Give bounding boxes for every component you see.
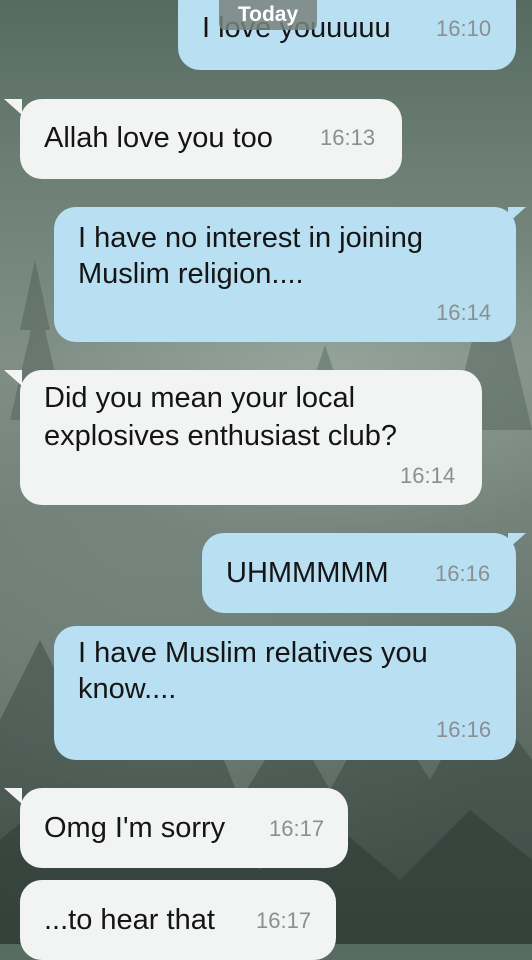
bubble-tail — [4, 99, 22, 115]
message-text-line: Muslim religion.... — [78, 258, 304, 290]
chat-thread: I love youuuuu 16:10 Today Allah love yo… — [0, 0, 532, 960]
date-divider: Today — [219, 0, 317, 30]
message-text: Allah love you too — [44, 122, 273, 154]
message-text-line: I have Muslim relatives you — [78, 637, 428, 669]
message-bubble-incoming[interactable]: Omg I'm sorry 16:17 — [20, 788, 348, 868]
message-text-line: explosives enthusiast club? — [44, 420, 398, 452]
message-text: Omg I'm sorry — [44, 812, 226, 844]
message-time: 16:14 — [400, 463, 456, 488]
message-time: 16:17 — [256, 908, 312, 933]
message-time: 16:17 — [269, 816, 325, 841]
message-text-line: Did you mean your local — [44, 382, 356, 414]
message-text-line: know.... — [78, 673, 177, 705]
message-text: ...to hear that — [44, 904, 215, 936]
bubble-tail — [4, 788, 22, 804]
message-bubble-outgoing[interactable]: I have no interest in joining Muslim rel… — [54, 207, 516, 342]
message-time: 16:16 — [436, 717, 492, 742]
message-bubble-outgoing[interactable]: UHMMMMM 16:16 — [202, 533, 516, 613]
message-time: 16:10 — [436, 16, 492, 41]
message-bubble-incoming[interactable]: ...to hear that 16:17 — [20, 880, 336, 960]
message-text: UHMMMMM — [226, 557, 389, 589]
message-time: 16:16 — [435, 561, 491, 586]
message-bubble-incoming[interactable]: Did you mean your local explosives enthu… — [20, 370, 482, 505]
message-bubble-outgoing[interactable]: I have Muslim relatives you know.... 16:… — [54, 626, 516, 760]
message-time: 16:13 — [320, 125, 376, 150]
message-text-line: I have no interest in joining — [78, 222, 423, 254]
message-time: 16:14 — [436, 300, 492, 325]
message-bubble-incoming[interactable]: Allah love you too 16:13 — [20, 99, 402, 179]
bubble-tail — [4, 370, 22, 386]
